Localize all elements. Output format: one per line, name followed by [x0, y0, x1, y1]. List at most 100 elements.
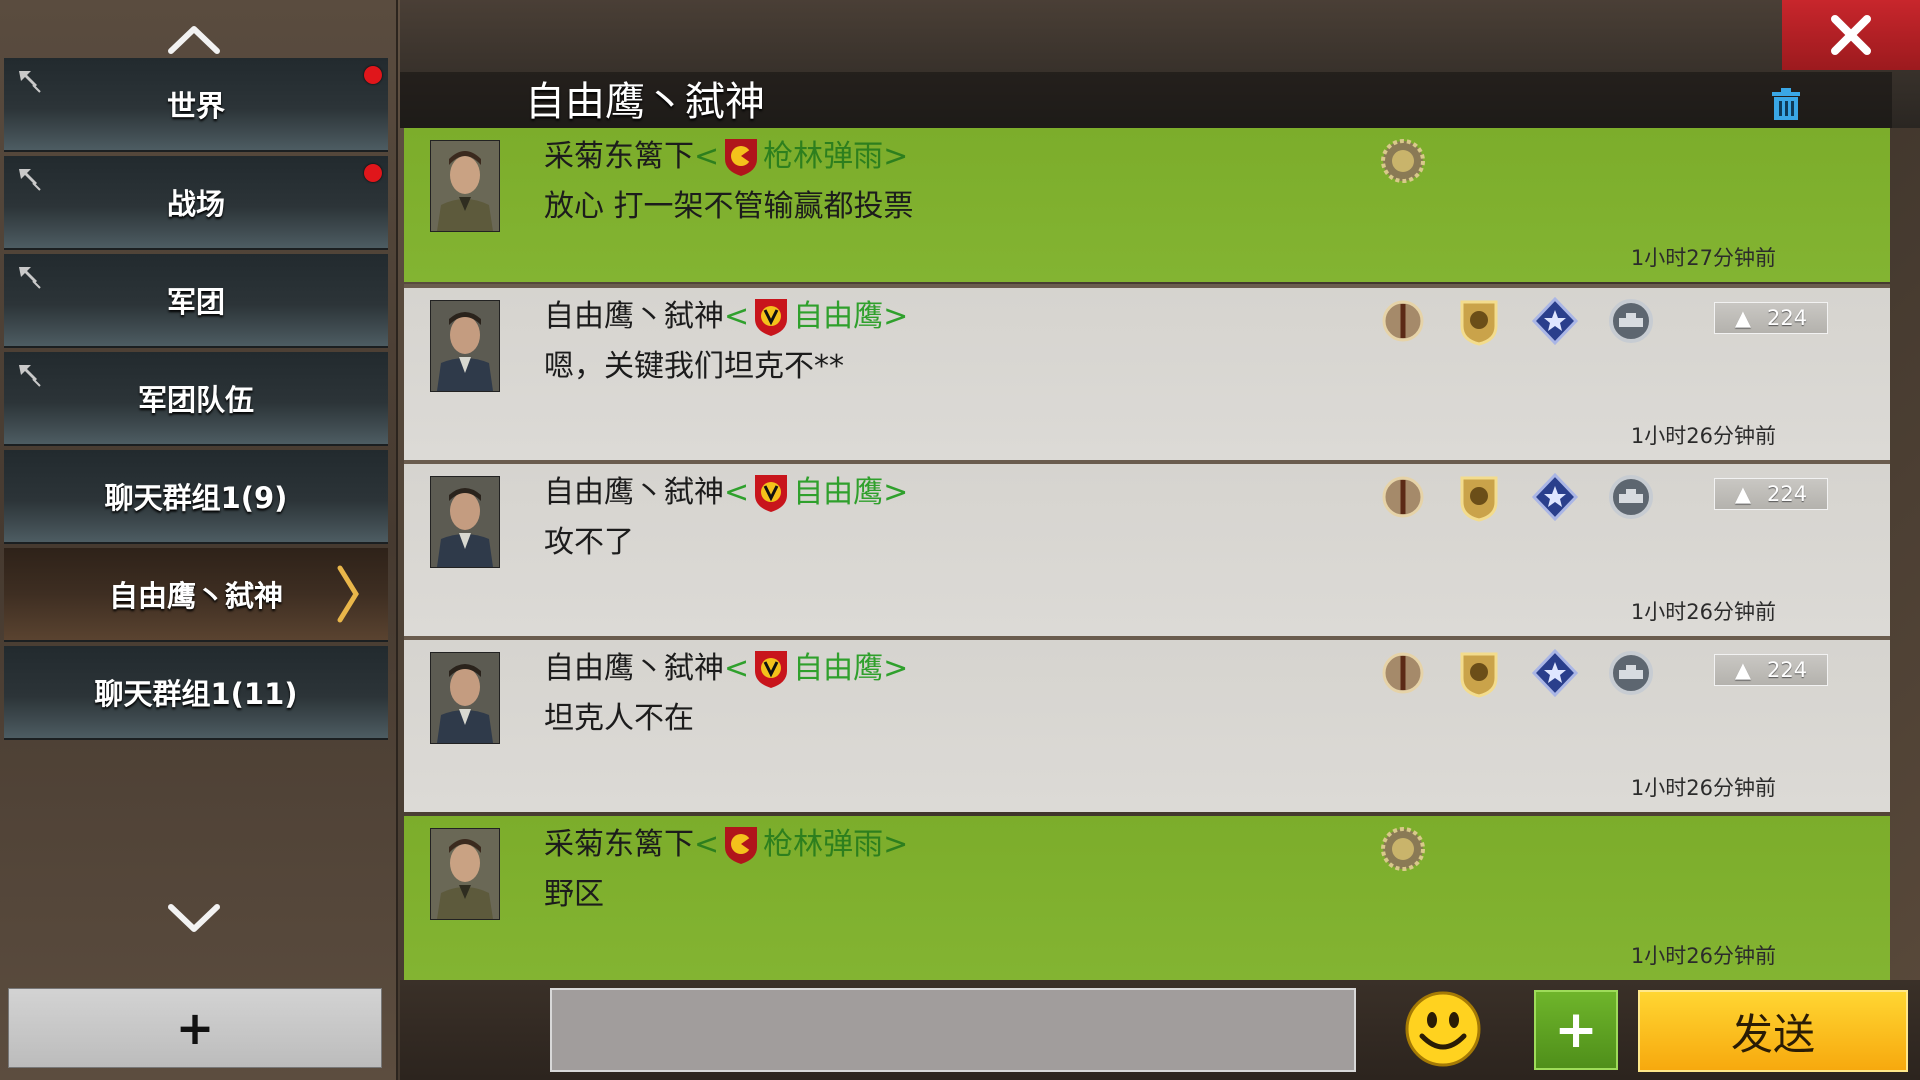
guild-open-bracket: < — [724, 475, 750, 510]
message-text: 攻不了 — [544, 525, 634, 560]
message-text: 嗯，关键我们坦克不** — [544, 349, 844, 384]
sword-medal-icon[interactable] — [1378, 472, 1428, 522]
avatar[interactable] — [430, 476, 500, 568]
channel-tab-battlefield[interactable]: 战场 — [4, 156, 388, 250]
gold-medal-icon[interactable] — [1454, 296, 1504, 346]
gold-medal-icon[interactable] — [1454, 648, 1504, 698]
channel-label: 军团 — [166, 285, 225, 319]
pin-icon[interactable] — [16, 166, 42, 192]
level-value: 224 — [1767, 658, 1808, 682]
guild-name: 枪林弹雨 — [763, 827, 884, 862]
message-text: 坦克人不在 — [544, 701, 694, 736]
medal-row — [1378, 648, 1682, 698]
chat-panel: 自由鹰丶弑神 采菊东篱下 < 枪林弹雨 > 放心 打一架不管输赢都投票 1小时2… — [400, 0, 1920, 1080]
sender-name[interactable]: 自由鹰丶弑神 — [544, 472, 724, 514]
chevron-right-icon — [337, 565, 359, 623]
sender-line: 自由鹰丶弑神 < 自由鹰 > — [544, 472, 908, 514]
channel-tab-legion-team[interactable]: 军团队伍 — [4, 352, 388, 446]
up-arrow-icon: ▲ — [1734, 658, 1752, 682]
channel-tab-world[interactable]: 世界 — [4, 58, 388, 152]
message-text: 野区 — [544, 877, 604, 912]
medal-row — [1378, 472, 1682, 522]
pin-icon[interactable] — [16, 362, 42, 388]
star-medal-icon[interactable] — [1530, 648, 1580, 698]
avatar[interactable] — [430, 828, 500, 920]
sender-line: 采菊东篱下 < 枪林弹雨 > — [544, 136, 908, 178]
avatar[interactable] — [430, 140, 500, 232]
chat-message: 自由鹰丶弑神 < 自由鹰 > 攻不了 ▲ 224 1小时26分钟前 — [404, 460, 1890, 636]
medal-row — [1378, 136, 1454, 186]
level-value: 224 — [1767, 306, 1808, 330]
attach-plus-button[interactable]: + — [1534, 990, 1618, 1070]
guild-close-bracket: > — [883, 299, 909, 334]
channel-label: 军团队伍 — [137, 383, 254, 417]
sender-name[interactable]: 自由鹰丶弑神 — [544, 296, 724, 338]
sender-line: 自由鹰丶弑神 < 自由鹰 > — [544, 296, 908, 338]
channel-label: 聊天群组1(11) — [94, 677, 298, 711]
guild-close-bracket: > — [883, 651, 909, 686]
message-text: 放心 打一架不管输赢都投票 — [544, 189, 914, 224]
guild-name: 自由鹰 — [793, 651, 884, 686]
up-arrow-icon: ▲ — [1734, 482, 1752, 506]
gear-medal-icon[interactable] — [1378, 824, 1428, 874]
sword-medal-icon[interactable] — [1378, 296, 1428, 346]
gold-medal-icon[interactable] — [1454, 472, 1504, 522]
guild-name: 枪林弹雨 — [763, 139, 884, 174]
chat-message: 自由鹰丶弑神 < 自由鹰 > 嗯，关键我们坦克不** ▲ 224 1小时26分钟… — [404, 284, 1890, 460]
message-input[interactable] — [550, 988, 1356, 1072]
star-medal-icon[interactable] — [1530, 296, 1580, 346]
input-bar: + 发送 — [400, 980, 1920, 1080]
add-channel-button[interactable]: + — [8, 988, 382, 1068]
chat-message: 自由鹰丶弑神 < 自由鹰 > 坦克人不在 ▲ 224 1小时26分钟前 — [404, 636, 1890, 812]
guild-shield-icon — [755, 299, 788, 336]
message-timestamp: 1小时26分钟前 — [1630, 944, 1776, 968]
channel-sidebar: 世界 战场 军团 军团队伍 聊天群组1(9) 自由鹰丶弑神 聊天群组1(11) … — [0, 0, 398, 1080]
sword-medal-icon[interactable] — [1378, 648, 1428, 698]
sender-line: 采菊东篱下 < 枪林弹雨 > — [544, 824, 908, 866]
channel-label: 战场 — [166, 187, 225, 221]
avatar[interactable] — [430, 300, 500, 392]
gear-medal-icon[interactable] — [1378, 136, 1428, 186]
channel-tab-active-private[interactable]: 自由鹰丶弑神 — [4, 548, 388, 642]
smiley-icon[interactable] — [1404, 990, 1482, 1068]
avatar[interactable] — [430, 652, 500, 744]
chat-message: 采菊东篱下 < 枪林弹雨 > 放心 打一架不管输赢都投票 1小时27分钟前 — [404, 128, 1890, 282]
guild-shield-icon — [725, 139, 758, 176]
message-timestamp: 1小时26分钟前 — [1630, 424, 1776, 448]
tank-medal-icon[interactable] — [1606, 648, 1656, 698]
channel-label: 自由鹰丶弑神 — [108, 579, 283, 613]
guild-close-bracket: > — [883, 139, 909, 174]
channel-tab-legion[interactable]: 军团 — [4, 254, 388, 348]
channel-tab-group-11[interactable]: 聊天群组1(11) — [4, 646, 388, 740]
sender-name[interactable]: 采菊东篱下 — [544, 824, 694, 866]
guild-open-bracket: < — [724, 299, 750, 334]
guild-open-bracket: < — [694, 139, 720, 174]
up-arrow-icon: ▲ — [1734, 306, 1752, 330]
trash-icon[interactable] — [1768, 86, 1804, 122]
message-timestamp: 1小时26分钟前 — [1630, 600, 1776, 624]
tank-medal-icon[interactable] — [1606, 472, 1656, 522]
close-button[interactable] — [1782, 0, 1920, 70]
pin-icon[interactable] — [16, 264, 42, 290]
star-medal-icon[interactable] — [1530, 472, 1580, 522]
guild-shield-icon — [755, 651, 788, 688]
guild-shield-icon — [755, 475, 788, 512]
guild-name: 自由鹰 — [793, 299, 884, 334]
sender-name[interactable]: 自由鹰丶弑神 — [544, 648, 724, 690]
tank-medal-icon[interactable] — [1606, 296, 1656, 346]
guild-close-bracket: > — [883, 827, 909, 862]
message-timestamp: 1小时26分钟前 — [1630, 776, 1776, 800]
chevron-down-icon[interactable] — [165, 888, 223, 946]
channel-label: 聊天群组1(9) — [104, 481, 288, 515]
guild-open-bracket: < — [724, 651, 750, 686]
pin-icon[interactable] — [16, 68, 42, 94]
guild-name: 自由鹰 — [793, 475, 884, 510]
channel-tab-group-9[interactable]: 聊天群组1(9) — [4, 450, 388, 544]
unread-dot — [364, 66, 382, 84]
sender-line: 自由鹰丶弑神 < 自由鹰 > — [544, 648, 908, 690]
level-value: 224 — [1767, 482, 1808, 506]
sender-name[interactable]: 采菊东篱下 — [544, 136, 694, 178]
chat-header: 自由鹰丶弑神 — [400, 0, 1920, 128]
message-list[interactable]: 采菊东篱下 < 枪林弹雨 > 放心 打一架不管输赢都投票 1小时27分钟前 自由… — [400, 128, 1892, 980]
send-button[interactable]: 发送 — [1638, 990, 1908, 1072]
